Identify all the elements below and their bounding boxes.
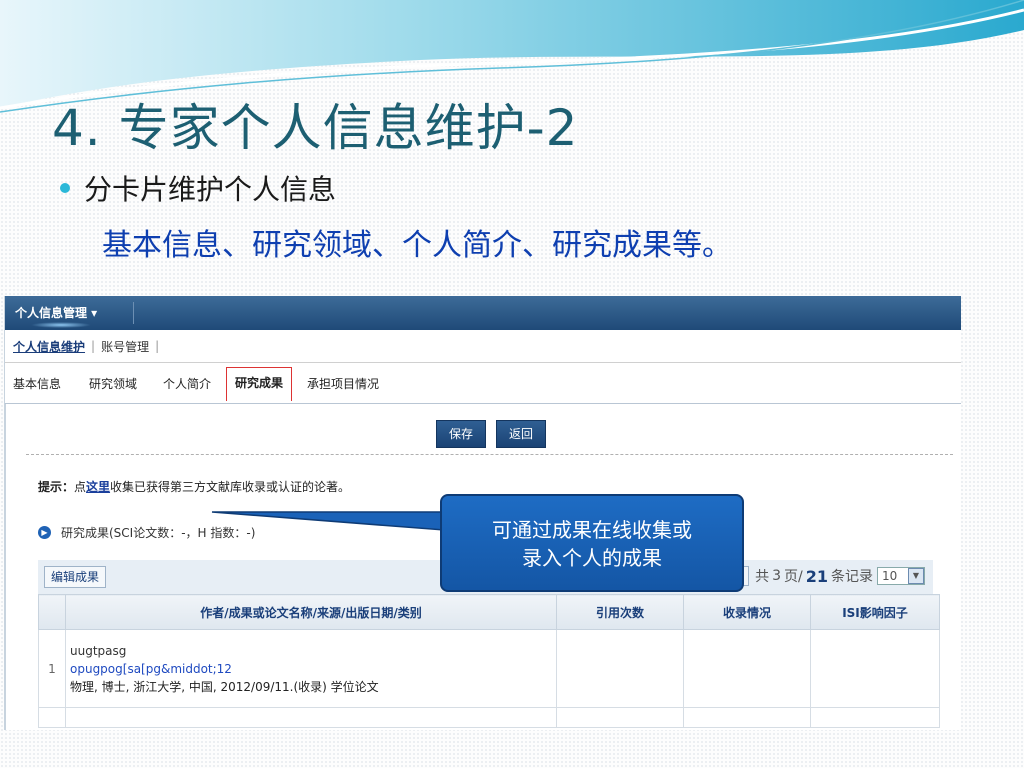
pager-records: 21 bbox=[805, 566, 828, 586]
menu-highlight bbox=[31, 322, 91, 328]
tab-research-results[interactable]: 研究成果 bbox=[226, 367, 293, 401]
subnav-divider: | bbox=[155, 339, 160, 353]
topbar-divider bbox=[133, 302, 134, 324]
table-row bbox=[38, 707, 940, 728]
edit-results-button[interactable]: 编辑成果 bbox=[44, 566, 107, 588]
round-bullet-icon bbox=[60, 183, 70, 193]
subnav-divider: | bbox=[91, 339, 96, 353]
header-citations[interactable]: 引用次数 bbox=[556, 594, 684, 630]
slide-title: 4. 专家个人信息维护-2 bbox=[52, 99, 579, 157]
row-citations bbox=[556, 629, 684, 708]
bullet-item: 分卡片维护个人信息 bbox=[60, 168, 336, 208]
bullet-text: 分卡片维护个人信息 bbox=[84, 173, 337, 206]
circle-arrow-icon[interactable]: ▶ bbox=[38, 526, 51, 539]
tip-link[interactable]: 这里 bbox=[86, 480, 110, 494]
results-table: 作者/成果或论文名称/来源/出版日期/类别 引用次数 收录情况 ISI影响因子 … bbox=[38, 594, 940, 728]
research-summary-text: 研究成果(SCI论文数：-，H 指数：-) bbox=[61, 526, 256, 540]
pager-records-suffix: 条记录 bbox=[831, 569, 873, 585]
row-indexing bbox=[683, 629, 811, 708]
row-impact-factor bbox=[810, 629, 940, 708]
save-button[interactable]: 保存 bbox=[436, 420, 487, 448]
research-summary: ▶ 研究成果(SCI论文数：-，H 指数：-) bbox=[38, 524, 255, 541]
pager-pages: 3 bbox=[772, 568, 782, 584]
header-title[interactable]: 作者/成果或论文名称/来源/出版日期/类别 bbox=[65, 594, 557, 630]
header-index bbox=[38, 594, 66, 630]
slide-subtext: 基本信息、研究领域、个人简介、研究成果等。 bbox=[102, 228, 732, 263]
header-indexing[interactable]: 收录情况 bbox=[683, 594, 811, 630]
sub-navigation: 个人信息维护 | 账号管理 | bbox=[5, 330, 961, 363]
row-meta: 物理, 博士, 浙江大学, 中国, 2012/09/11.(收录) 学位论文 bbox=[70, 679, 379, 694]
header-impact-factor[interactable]: ISI影响因子 bbox=[810, 594, 940, 630]
row-author: uugtpasg bbox=[70, 643, 127, 658]
page-size-select[interactable]: 10 ▼ bbox=[877, 567, 925, 585]
tab-basic-info[interactable]: 基本信息 bbox=[13, 375, 61, 392]
callout-line1: 可通过成果在线收集或 bbox=[492, 518, 692, 542]
callout-line2: 录入个人的成果 bbox=[522, 546, 662, 570]
row-details: uugtpasg opugpog[sa[pg&middot;12 物理, 博士,… bbox=[65, 629, 557, 708]
table-header-row: 作者/成果或论文名称/来源/出版日期/类别 引用次数 收录情况 ISI影响因子 bbox=[38, 594, 940, 630]
divider bbox=[26, 454, 953, 455]
tab-projects[interactable]: 承担项目情况 bbox=[307, 375, 379, 392]
tab-profile[interactable]: 个人简介 bbox=[163, 375, 211, 392]
page-size-value: 10 bbox=[882, 569, 898, 583]
tip-text: 提示：点这里收集已获得第三方文献库收录或认证的论著。 bbox=[38, 478, 350, 495]
subnav-account[interactable]: 账号管理 bbox=[101, 338, 149, 355]
annotation-callout: 可通过成果在线收集或 录入个人的成果 bbox=[440, 494, 744, 592]
pager-total-prefix: 共 bbox=[755, 569, 770, 585]
chevron-down-icon[interactable]: ▼ bbox=[908, 568, 924, 584]
subnav-personal-info[interactable]: 个人信息维护 bbox=[13, 338, 85, 355]
card-tabs: 基本信息 研究领域 个人简介 研究成果 承担项目情况 bbox=[5, 363, 961, 404]
row-title-link[interactable]: opugpog[sa[pg&middot;12 bbox=[70, 660, 552, 678]
back-button[interactable]: 返回 bbox=[496, 420, 547, 448]
row-number: 1 bbox=[38, 629, 66, 708]
app-topbar: 个人信息管理 ▾ bbox=[5, 296, 961, 330]
tip-suffix: 收集已获得第三方文献库收录或认证的论著。 bbox=[110, 480, 351, 494]
tip-prefix: 点 bbox=[74, 480, 87, 494]
table-row[interactable]: 1 uugtpasg opugpog[sa[pg&middot;12 物理, 博… bbox=[38, 629, 940, 708]
tip-label: 提示： bbox=[38, 480, 75, 494]
pager-pages-suffix: 页/ bbox=[784, 569, 803, 585]
tab-research-fields[interactable]: 研究领域 bbox=[89, 375, 137, 392]
personal-info-menu[interactable]: 个人信息管理 ▾ bbox=[15, 304, 97, 321]
